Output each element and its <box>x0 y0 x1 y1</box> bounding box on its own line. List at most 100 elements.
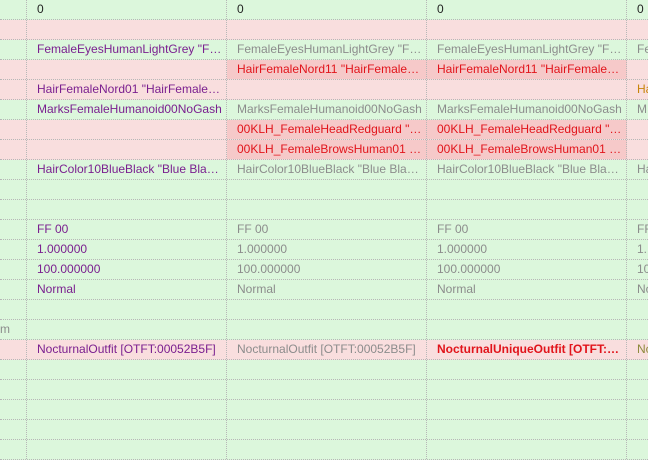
table-cell[interactable] <box>227 80 427 99</box>
table-cell[interactable] <box>0 180 27 199</box>
table-cell[interactable] <box>27 120 227 139</box>
table-row[interactable] <box>0 180 648 200</box>
table-cell[interactable] <box>0 20 27 39</box>
table-cell[interactable] <box>0 420 27 439</box>
table-row[interactable]: HairColor10BlueBlack "Blue Black" HairCol… <box>0 160 648 180</box>
table-cell[interactable] <box>0 120 27 139</box>
table-cell[interactable]: 10 <box>627 260 648 279</box>
table-cell[interactable] <box>627 440 648 459</box>
table-cell[interactable] <box>227 20 427 39</box>
table-row[interactable] <box>0 380 648 400</box>
table-cell[interactable] <box>627 360 648 379</box>
table-cell[interactable] <box>427 200 627 219</box>
table-cell[interactable] <box>0 300 27 319</box>
table-cell[interactable] <box>27 440 227 459</box>
table-cell[interactable] <box>0 400 27 419</box>
table-row[interactable]: m <box>0 320 648 340</box>
table-cell[interactable] <box>27 300 227 319</box>
table-cell[interactable]: 1.000000 <box>427 240 627 259</box>
table-cell[interactable]: M <box>627 100 648 119</box>
table-cell[interactable] <box>0 100 27 119</box>
table-cell[interactable] <box>427 300 627 319</box>
table-cell[interactable]: 00KLH_FemaleBrowsHuman01 "00KLH_FemaleBr… <box>427 140 627 159</box>
table-cell[interactable]: MarksFemaleHumanoid00NoGash <box>427 100 627 119</box>
table-cell[interactable] <box>427 400 627 419</box>
table-row[interactable] <box>0 420 648 440</box>
table-cell[interactable] <box>0 0 27 19</box>
table-cell[interactable]: Normal <box>227 280 427 299</box>
table-cell[interactable] <box>27 380 227 399</box>
table-cell[interactable] <box>227 180 427 199</box>
table-cell[interactable]: HairColor10BlueBlack "Blue Black" <box>427 160 627 179</box>
table-cell[interactable] <box>0 40 27 59</box>
table-cell[interactable]: Normal <box>27 280 227 299</box>
table-cell[interactable] <box>0 160 27 179</box>
table-cell[interactable]: NocturnalOutfit [OTFT:00052B5F] <box>27 340 227 359</box>
table-cell[interactable]: Normal <box>427 280 627 299</box>
table-cell[interactable] <box>627 300 648 319</box>
table-cell[interactable] <box>0 200 27 219</box>
table-cell[interactable] <box>427 320 627 339</box>
table-cell[interactable]: 0 <box>427 0 627 19</box>
table-cell[interactable] <box>627 180 648 199</box>
table-cell[interactable] <box>427 440 627 459</box>
table-row[interactable]: NocturnalOutfit [OTFT:00052B5F] Nocturnal… <box>0 340 648 360</box>
table-row[interactable]: 0000 <box>0 0 648 20</box>
table-cell[interactable] <box>27 180 227 199</box>
table-row[interactable]: 00KLH_FemaleHeadRedguard "00KLH_FemaleHe… <box>0 120 648 140</box>
table-row[interactable]: 1.000000 1.000000 1.000000 1. <box>0 240 648 260</box>
table-cell[interactable]: FemaleEyesHumanLightGrey "FemaleEyesHuma… <box>427 40 627 59</box>
table-row[interactable] <box>0 440 648 460</box>
table-cell[interactable]: HairFemaleNord01 "HairFemaleNord01" <box>27 80 227 99</box>
table-cell[interactable] <box>227 200 427 219</box>
table-cell[interactable]: 0 <box>227 0 427 19</box>
table-cell[interactable]: FF 00 <box>227 220 427 239</box>
table-row[interactable] <box>0 360 648 380</box>
table-cell[interactable] <box>627 400 648 419</box>
table-cell[interactable]: HairColor10BlueBlack "Blue Black" <box>27 160 227 179</box>
table-row[interactable] <box>0 400 648 420</box>
table-cell[interactable] <box>427 380 627 399</box>
table-cell[interactable]: 100.000000 <box>427 260 627 279</box>
table-cell[interactable]: 100.000000 <box>27 260 227 279</box>
table-cell[interactable]: 1.000000 <box>27 240 227 259</box>
table-cell[interactable]: Nc <box>627 340 648 359</box>
table-cell[interactable] <box>0 240 27 259</box>
table-cell[interactable] <box>0 360 27 379</box>
table-cell[interactable]: Ha <box>627 80 648 99</box>
table-cell[interactable]: FF 00 <box>427 220 627 239</box>
table-cell[interactable]: 00KLH_FemaleHeadRedguard "00KLH_FemaleHe… <box>427 120 627 139</box>
table-cell[interactable]: 00KLH_FemaleHeadRedguard "00KLH_FemaleHe… <box>227 120 427 139</box>
table-cell[interactable] <box>27 200 227 219</box>
table-cell[interactable] <box>227 440 427 459</box>
table-cell[interactable] <box>0 60 27 79</box>
table-cell[interactable] <box>0 440 27 459</box>
table-cell[interactable] <box>427 360 627 379</box>
table-cell[interactable]: Fe <box>627 40 648 59</box>
table-cell[interactable] <box>627 60 648 79</box>
table-cell[interactable] <box>227 400 427 419</box>
table-cell[interactable]: 1.000000 <box>227 240 427 259</box>
table-cell[interactable]: HairColor10BlueBlack "Blue Black" <box>227 160 427 179</box>
table-row[interactable]: MarksFemaleHumanoid00NoGash MarksFemaleHu… <box>0 100 648 120</box>
table-cell[interactable] <box>27 360 227 379</box>
table-cell[interactable]: m <box>0 320 27 339</box>
table-cell[interactable] <box>227 380 427 399</box>
table-cell[interactable]: MarksFemaleHumanoid00NoGash <box>227 100 427 119</box>
table-row[interactable]: FemaleEyesHumanLightGrey "FemaleEyesHuma… <box>0 40 648 60</box>
table-cell[interactable]: FF 00 <box>27 220 227 239</box>
table-cell[interactable]: NocturnalUniqueOutfit [OTFT:0000000] <box>427 340 627 359</box>
table-cell[interactable] <box>627 200 648 219</box>
table-cell[interactable] <box>427 20 627 39</box>
table-row[interactable]: FF 00FF 00FF 00FF <box>0 220 648 240</box>
table-cell[interactable]: 0 <box>627 0 648 19</box>
table-cell[interactable] <box>27 400 227 419</box>
table-cell[interactable] <box>0 340 27 359</box>
table-row[interactable]: NormalNormalNormalNo <box>0 280 648 300</box>
table-cell[interactable] <box>0 80 27 99</box>
table-cell[interactable] <box>227 360 427 379</box>
table-row[interactable]: 00KLH_FemaleBrowsHuman01 "00KLH_FemaleBr… <box>0 140 648 160</box>
table-cell[interactable] <box>627 120 648 139</box>
table-cell[interactable] <box>227 320 427 339</box>
table-cell[interactable] <box>0 140 27 159</box>
